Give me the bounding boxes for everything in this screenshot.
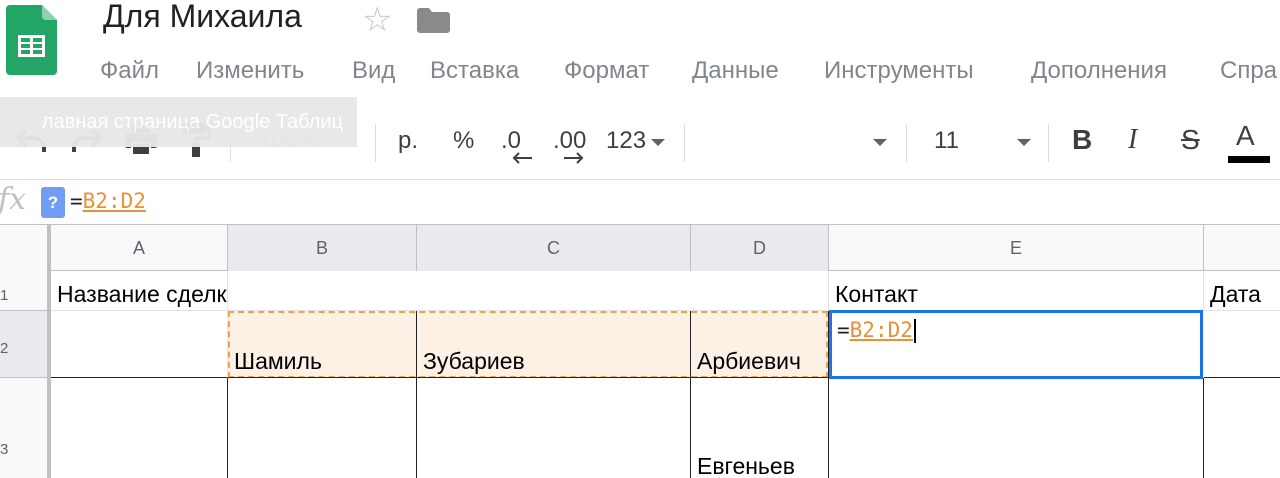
column-header-c[interactable]: C bbox=[417, 225, 691, 271]
toolbar-separator bbox=[906, 124, 907, 162]
cell-c2-text: Зубариев bbox=[423, 348, 525, 374]
column-header-a[interactable]: A bbox=[51, 225, 228, 271]
column-header-b[interactable]: B bbox=[228, 225, 417, 271]
select-all-corner[interactable] bbox=[0, 225, 51, 271]
formula-bar: fx ? =B2:D2 bbox=[0, 179, 1280, 224]
toolbar-separator bbox=[684, 124, 685, 162]
format-currency-button[interactable]: р. bbox=[398, 127, 418, 155]
text-color-button[interactable]: A bbox=[1236, 120, 1255, 152]
decrease-decimal-button[interactable]: .0 bbox=[501, 127, 521, 155]
cell-a1-text: Название сделки bbox=[57, 281, 228, 307]
toolbar-separator bbox=[1048, 124, 1049, 162]
row-number: 2 bbox=[0, 340, 9, 357]
formula-help-button[interactable]: ? bbox=[41, 187, 65, 218]
menu-format[interactable]: Формат bbox=[564, 56, 649, 86]
google-sheets-logo-icon[interactable] bbox=[6, 5, 57, 75]
formula-reference: B2:D2 bbox=[82, 189, 146, 213]
cell-e1-text: Контакт bbox=[835, 281, 918, 307]
menu-view[interactable]: Вид bbox=[352, 56, 395, 86]
row-number: 1 bbox=[0, 287, 9, 304]
arrow-right-icon bbox=[564, 152, 584, 164]
cell-c3[interactable] bbox=[417, 378, 691, 478]
menu-help[interactable]: Спра bbox=[1220, 56, 1277, 86]
row-number: 3 bbox=[0, 441, 9, 458]
cell-d2[interactable]: Арбиевич bbox=[691, 311, 829, 378]
cell-f2[interactable] bbox=[1204, 311, 1280, 378]
tooltip: лавная страница Google Таблиц bbox=[0, 97, 357, 147]
row-header-3[interactable]: 3 bbox=[0, 378, 51, 478]
cell-b1-d1[interactable] bbox=[228, 271, 829, 311]
column-header-e[interactable]: E bbox=[829, 225, 1204, 271]
menu-tools[interactable]: Инструменты bbox=[824, 56, 974, 86]
star-icon[interactable]: ☆ bbox=[362, 0, 392, 40]
text-cursor bbox=[913, 319, 916, 343]
cell-e2-formula-reference: B2:D2 bbox=[849, 318, 913, 342]
formula-prefix: = bbox=[70, 189, 83, 213]
cell-b3[interactable] bbox=[228, 378, 417, 478]
menu-addons[interactable]: Дополнения bbox=[1031, 56, 1167, 86]
more-formats-label: 123 bbox=[606, 127, 647, 154]
font-size-select[interactable]: 11 bbox=[934, 127, 959, 155]
cell-f1[interactable]: Дата bbox=[1204, 271, 1280, 311]
column-header-row: A B C D E bbox=[0, 224, 1280, 271]
text-color-swatch bbox=[1228, 156, 1270, 163]
font-size-value: 11 bbox=[934, 127, 959, 154]
cell-a1[interactable]: Название сделки bbox=[51, 271, 228, 311]
menu-edit[interactable]: Изменить bbox=[196, 56, 304, 86]
cell-e2-formula[interactable]: =B2:D2 bbox=[837, 317, 916, 343]
tooltip-text: лавная страница Google Таблиц bbox=[41, 110, 343, 133]
decrease-decimal-label: .0 bbox=[501, 127, 522, 154]
row-header-2[interactable]: 2 bbox=[0, 311, 51, 378]
fx-icon: fx bbox=[0, 182, 27, 217]
row-header-1[interactable]: 1 bbox=[0, 271, 51, 311]
cell-b2-text: Шамиль bbox=[234, 348, 322, 374]
column-header-d[interactable]: D bbox=[691, 225, 829, 271]
increase-decimal-button[interactable]: .00 bbox=[553, 127, 586, 155]
cell-f3[interactable] bbox=[1204, 378, 1280, 478]
cell-b2[interactable]: Шамиль bbox=[228, 311, 417, 378]
cell-d3-text: Евгеньев bbox=[697, 453, 795, 478]
strikethrough-button[interactable]: S bbox=[1181, 124, 1200, 156]
menu-insert[interactable]: Вставка bbox=[430, 56, 519, 86]
format-percent-button[interactable]: % bbox=[453, 127, 474, 155]
cell-e2-editor[interactable]: =B2:D2 bbox=[829, 310, 1203, 379]
cell-d2-text: Арбиевич bbox=[697, 348, 801, 374]
cell-e3[interactable] bbox=[829, 378, 1204, 478]
arrow-left-icon bbox=[512, 152, 532, 164]
cell-c2[interactable]: Зубариев bbox=[417, 311, 691, 378]
toolbar-separator bbox=[375, 124, 376, 162]
cell-a3[interactable] bbox=[51, 378, 228, 478]
folder-icon[interactable] bbox=[417, 8, 450, 33]
column-header-f[interactable] bbox=[1204, 225, 1280, 271]
cell-e1[interactable]: Контакт bbox=[829, 271, 1204, 311]
increase-decimal-label: .00 bbox=[553, 127, 587, 154]
cell-d3[interactable]: Евгеньев bbox=[691, 378, 829, 478]
italic-button[interactable]: I bbox=[1128, 124, 1137, 156]
menu-data[interactable]: Данные bbox=[692, 56, 779, 86]
menu-file[interactable]: Файл bbox=[100, 56, 159, 86]
cell-a2[interactable] bbox=[51, 311, 228, 378]
cell-e2-formula-prefix: = bbox=[837, 318, 850, 342]
font-family-select[interactable] bbox=[690, 124, 890, 162]
cell-f1-text: Дата bbox=[1210, 281, 1261, 307]
font-family-chevron-down-icon[interactable] bbox=[873, 139, 887, 146]
spreadsheet-grid: A B C D E 1 2 3 Название сделки Контакт … bbox=[0, 224, 1280, 478]
more-formats-chevron-down-icon[interactable] bbox=[651, 139, 665, 146]
bold-button[interactable]: B bbox=[1072, 124, 1092, 156]
document-title[interactable]: Для Михаила bbox=[103, 0, 302, 35]
font-size-chevron-down-icon[interactable] bbox=[1017, 139, 1031, 146]
formula-input[interactable]: =B2:D2 bbox=[70, 188, 146, 214]
more-formats-button[interactable]: 123 bbox=[606, 127, 646, 155]
